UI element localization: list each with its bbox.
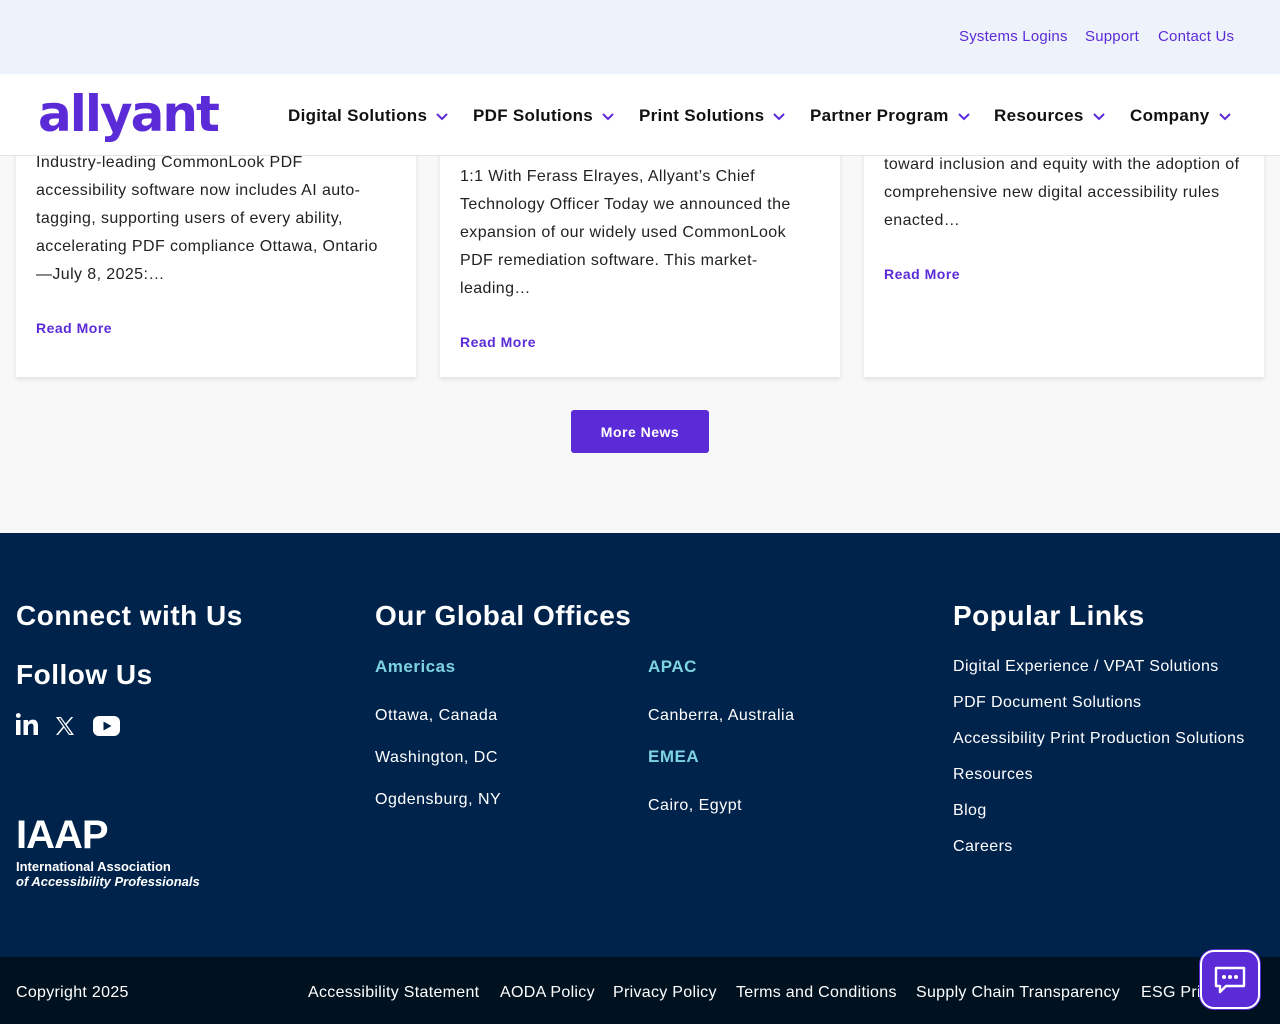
nav-resources[interactable]: Resources	[994, 106, 1106, 126]
news-card-excerpt: toward inclusion and equity with the ado…	[884, 156, 1240, 229]
nav-print-solutions[interactable]: Print Solutions	[639, 106, 786, 126]
copyright-text: Copyright 2025	[16, 984, 129, 1001]
chat-button[interactable]	[1200, 950, 1260, 1009]
iaap-logo[interactable]: IAAP International Association of Access…	[16, 815, 200, 889]
popular-link[interactable]: Blog	[953, 802, 987, 820]
nav-label: Print Solutions	[639, 106, 765, 125]
nav-label: Partner Program	[810, 106, 949, 125]
nav-label: Digital Solutions	[288, 106, 428, 125]
systems-logins-link[interactable]: Systems Logins	[959, 28, 1068, 45]
site-footer: Connect with Us Follow Us IAAP Internati…	[0, 533, 1280, 957]
offices-heading: Our Global Offices	[375, 600, 632, 631]
x-icon[interactable]	[55, 716, 75, 736]
esg-link[interactable]: ESG Pri	[1141, 984, 1201, 1002]
legal-bar: Copyright 2025 Accessibility Statement A…	[0, 957, 1280, 1024]
nav-partner-program[interactable]: Partner Program	[810, 106, 971, 126]
office-ogdensburg: Ogdensburg, NY	[375, 791, 502, 808]
privacy-policy-link[interactable]: Privacy Policy	[613, 984, 717, 1002]
popular-link[interactable]: Careers	[953, 838, 1013, 856]
chevron-down-icon	[1092, 113, 1105, 121]
iaap-line1: International Association	[16, 859, 171, 874]
youtube-icon[interactable]	[93, 716, 120, 736]
chevron-down-icon	[436, 113, 448, 121]
nav-digital-solutions[interactable]: Digital Solutions	[288, 106, 449, 126]
nav-label: PDF Solutions	[473, 106, 594, 125]
support-link[interactable]: Support	[1085, 28, 1139, 45]
nav-pdf-solutions[interactable]: PDF Solutions	[473, 106, 615, 126]
popular-link[interactable]: PDF Document Solutions	[953, 694, 1141, 712]
chevron-down-icon	[602, 113, 614, 121]
nav-label: Resources	[994, 106, 1084, 125]
follow-heading: Follow Us	[16, 659, 153, 690]
terms-link[interactable]: Terms and Conditions	[736, 984, 897, 1002]
read-more-link[interactable]: Read More	[36, 320, 112, 336]
read-more-link[interactable]: Read More	[884, 266, 960, 282]
read-more-link[interactable]: Read More	[460, 334, 536, 350]
more-news-button[interactable]: More News	[571, 410, 709, 453]
office-canberra: Canberra, Australia	[648, 707, 795, 724]
chat-icon	[1214, 966, 1246, 993]
iaap-mark: IAAP	[16, 813, 109, 857]
allyant-logo[interactable]: allyant	[38, 84, 220, 144]
main-navbar: allyant Digital Solutions PDF Solutions …	[0, 74, 1280, 156]
region-americas: Americas	[375, 657, 456, 676]
contact-us-link[interactable]: Contact Us	[1158, 28, 1234, 45]
news-card-excerpt: 1:1 With Ferass Elrayes, Allyant’s Chief…	[460, 168, 791, 297]
chevron-down-icon	[1218, 113, 1231, 121]
connect-heading: Connect with Us	[16, 600, 243, 631]
office-washington: Washington, DC	[375, 749, 498, 766]
news-card-excerpt: Industry-leading CommonLook PDF accessib…	[36, 154, 378, 283]
accessibility-statement-link[interactable]: Accessibility Statement	[308, 984, 479, 1002]
popular-link[interactable]: Accessibility Print Production Solutions	[953, 730, 1245, 748]
region-emea: EMEA	[648, 747, 700, 766]
office-cairo: Cairo, Egypt	[648, 797, 743, 814]
popular-link[interactable]: Digital Experience / VPAT Solutions	[953, 658, 1219, 676]
popular-links-heading: Popular Links	[953, 600, 1145, 631]
utility-bar: Systems Logins Support Contact Us	[0, 0, 1280, 74]
chevron-down-icon	[773, 113, 786, 121]
office-ottawa: Ottawa, Canada	[375, 707, 498, 724]
aoda-policy-link[interactable]: AODA Policy	[500, 984, 595, 1002]
chevron-down-icon	[957, 113, 970, 121]
iaap-line2: of Accessibility Professionals	[16, 874, 200, 889]
region-apac: APAC	[648, 657, 697, 676]
nav-label: Company	[1130, 106, 1210, 125]
supply-chain-link[interactable]: Supply Chain Transparency	[916, 984, 1120, 1002]
popular-link[interactable]: Resources	[953, 766, 1033, 784]
nav-company[interactable]: Company	[1130, 106, 1232, 126]
linkedin-icon[interactable]	[16, 713, 38, 735]
